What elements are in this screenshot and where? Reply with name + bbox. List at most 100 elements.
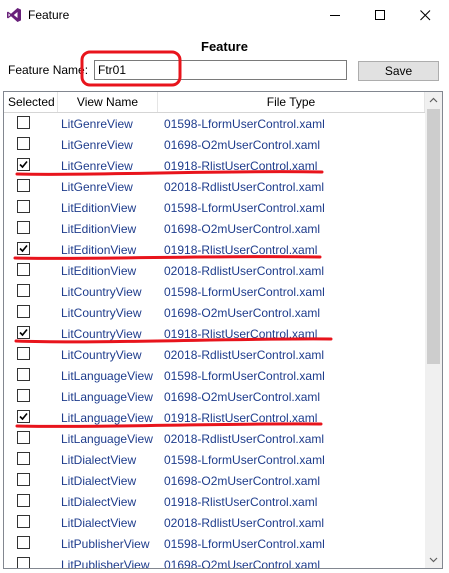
table-row[interactable]: LitPublisherView 01698-O2mUserControl.xam… [4,554,425,569]
selected-checkbox[interactable] [17,179,30,192]
view-name-cell: LitDialectView [61,453,137,467]
selected-checkbox[interactable] [17,452,30,465]
selected-checkbox[interactable] [17,137,30,150]
selected-checkbox[interactable] [17,368,30,381]
selected-checkbox[interactable] [17,347,30,360]
scroll-down-icon[interactable] [425,551,442,568]
minimize-icon [330,15,340,16]
name-highlight-annotation [80,50,182,87]
table-row[interactable]: LitDialectView 01698-O2mUserControl.xaml [4,470,425,491]
feature-grid: Selected View Name File Type LitGenreVie… [3,91,443,569]
view-name-cell: LitEditionView [61,264,137,278]
table-row[interactable]: LitCountryView 01918-RlistUserControl.xam… [4,323,425,344]
view-name-cell: LitLanguageView [61,390,153,404]
file-type-cell: 01698-O2mUserControl.xaml [164,474,321,488]
table-row[interactable]: LitEditionView 02018-RdlistUserControl.xa… [4,260,425,281]
file-type-cell: 01598-LformUserControl.xaml [164,369,325,383]
selected-checkbox[interactable] [17,200,30,213]
view-name-cell: LitEditionView [61,243,137,257]
file-type-cell: 01918-RlistUserControl.xaml [164,495,318,509]
view-name-cell: LitPublisherView [61,537,150,551]
selected-checkbox[interactable] [17,326,30,339]
checkmark-icon [19,412,28,421]
selected-checkbox[interactable] [17,389,30,402]
table-row[interactable]: LitGenreView 02018-RdlistUserControl.xaml [4,176,425,197]
table-row[interactable]: LitCountryView 01598-LformUserControl.xam… [4,281,425,302]
table-row[interactable]: LitLanguageView 02018-RdlistUserControl.x… [4,428,425,449]
file-type-cell: 01918-RlistUserControl.xaml [164,411,318,425]
file-type-cell: 01918-RlistUserControl.xaml [164,159,318,173]
checkmark-icon [19,160,28,169]
selected-checkbox[interactable] [17,536,30,549]
selected-checkbox[interactable] [17,473,30,486]
file-type-cell: 01698-O2mUserControl.xaml [164,222,321,236]
table-row[interactable]: LitCountryView 02018-RdlistUserControl.xa… [4,344,425,365]
file-type-cell: 01698-O2mUserControl.xaml [164,390,321,404]
selected-checkbox[interactable] [17,242,30,255]
table-row[interactable]: LitPublisherView 01598-LformUserControl.x… [4,533,425,554]
header-selected[interactable]: Selected [4,92,58,112]
view-name-cell: LitGenreView [61,117,133,131]
visual-studio-icon [6,7,22,23]
save-button[interactable]: Save [358,61,439,81]
selected-checkbox[interactable] [17,410,30,423]
table-row[interactable]: LitEditionView 01918-RlistUserControl.xam… [4,239,425,260]
close-icon [420,10,431,21]
table-row[interactable]: LitEditionView 01598-LformUserControl.xam… [4,197,425,218]
selected-checkbox[interactable] [17,284,30,297]
table-row[interactable]: LitLanguageView 01698-O2mUserControl.xaml [4,386,425,407]
close-button[interactable] [403,0,448,30]
file-type-cell: 01698-O2mUserControl.xaml [164,306,321,320]
view-name-cell: LitCountryView [61,306,142,320]
vertical-scrollbar[interactable] [425,92,442,568]
file-type-cell: 01598-LformUserControl.xaml [164,117,325,131]
selected-checkbox[interactable] [17,431,30,444]
table-row[interactable]: LitGenreView 01698-O2mUserControl.xaml [4,134,425,155]
minimize-button[interactable] [313,0,358,30]
checkmark-icon [19,244,28,253]
table-row[interactable]: LitGenreView 01598-LformUserControl.xaml [4,113,425,134]
table-row[interactable]: LitLanguageView 01598-LformUserControl.xa… [4,365,425,386]
view-name-cell: LitGenreView [61,180,133,194]
file-type-cell: 02018-RdlistUserControl.xaml [164,264,325,278]
scroll-up-icon[interactable] [425,92,442,109]
view-name-cell: LitLanguageView [61,369,153,383]
view-name-cell: LitCountryView [61,348,142,362]
table-row[interactable]: LitDialectView 01918-RlistUserControl.xam… [4,491,425,512]
scroll-thumb[interactable] [427,109,440,364]
view-name-cell: LitLanguageView [61,411,153,425]
table-row[interactable]: LitDialectView 01598-LformUserControl.xam… [4,449,425,470]
selected-checkbox[interactable] [17,263,30,276]
selected-checkbox[interactable] [17,116,30,129]
selected-checkbox[interactable] [17,557,30,568]
selected-checkbox[interactable] [17,221,30,234]
maximize-button[interactable] [358,0,403,30]
view-name-cell: LitPublisherView [61,558,150,569]
selected-checkbox[interactable] [17,515,30,528]
selected-checkbox[interactable] [17,305,30,318]
file-type-cell: 02018-RdlistUserControl.xaml [164,432,325,446]
header-view-name[interactable]: View Name [58,92,158,112]
file-type-cell: 01698-O2mUserControl.xaml [164,558,321,569]
file-type-cell: 02018-RdlistUserControl.xaml [164,180,325,194]
view-name-cell: LitLanguageView [61,432,153,446]
header-file-type[interactable]: File Type [158,92,425,112]
view-name-cell: LitCountryView [61,285,142,299]
file-type-cell: 02018-RdlistUserControl.xaml [164,348,325,362]
view-name-cell: LitGenreView [61,159,133,173]
feature-name-label: Feature Name: [8,63,89,77]
title-bar: Feature [0,0,449,30]
file-type-cell: 01698-O2mUserControl.xaml [164,138,321,152]
table-row[interactable]: LitGenreView 01918-RlistUserControl.xaml [4,155,425,176]
selected-checkbox[interactable] [17,158,30,171]
table-row[interactable]: LitCountryView 01698-O2mUserControl.xaml [4,302,425,323]
selected-checkbox[interactable] [17,494,30,507]
file-type-cell: 01918-RlistUserControl.xaml [164,327,318,341]
file-type-cell: 01918-RlistUserControl.xaml [164,243,318,257]
table-row[interactable]: LitDialectView 02018-RdlistUserControl.xa… [4,512,425,533]
table-row[interactable]: LitLanguageView 01918-RlistUserControl.xa… [4,407,425,428]
table-row[interactable]: LitEditionView 01698-O2mUserControl.xaml [4,218,425,239]
maximize-icon [375,10,385,20]
checkmark-icon [19,328,28,337]
view-name-cell: LitCountryView [61,327,142,341]
